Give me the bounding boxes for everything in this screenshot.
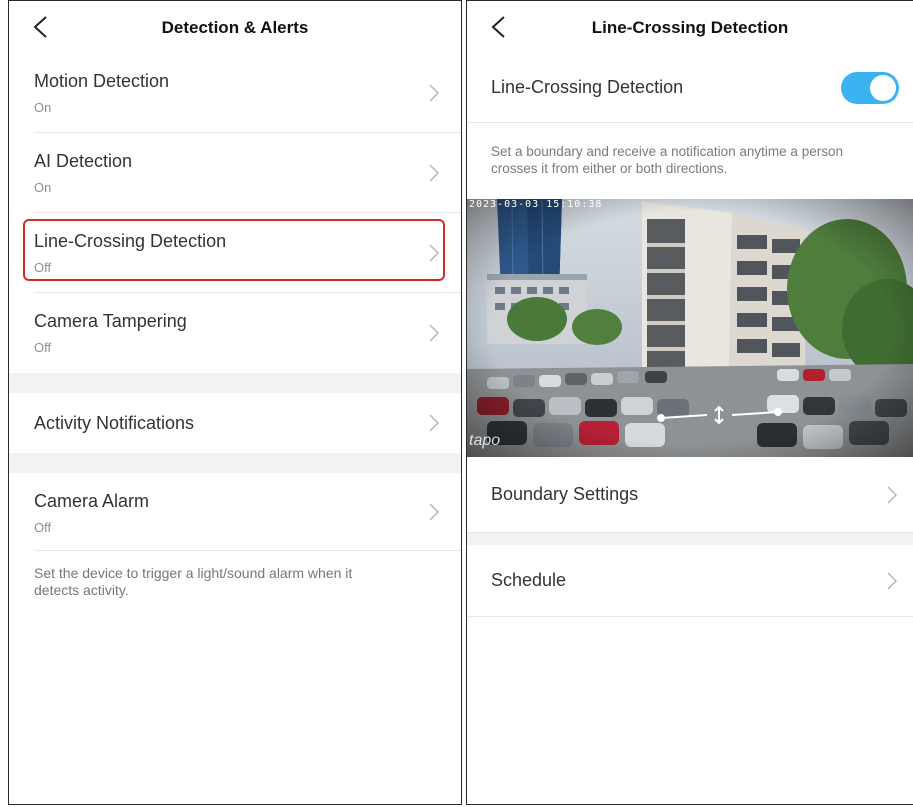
menu-item-status: Off — [34, 340, 52, 355]
chevron-right-icon — [887, 485, 897, 504]
section-gap — [9, 373, 461, 393]
alarm-description: Set the device to trigger a light/sound … — [34, 565, 353, 598]
camera-image — [467, 199, 913, 457]
detection-alerts-screen: Detection & Alerts Motion Detection On A… — [8, 0, 462, 805]
menu-item-activity-notifications[interactable]: Activity Notifications — [9, 393, 461, 453]
menu-item-label: AI Detection — [34, 151, 133, 171]
line-crossing-detection-screen: Line-Crossing Detection Line-Crossing De… — [466, 0, 913, 805]
nav-bar: Detection & Alerts — [9, 1, 461, 53]
camera-timestamp: 2023-03-03 15:10:38 — [469, 199, 603, 210]
chevron-right-icon — [429, 164, 439, 182]
menu-item-ai-detection[interactable]: AI Detection On — [9, 133, 461, 213]
chevron-right-icon — [429, 503, 439, 521]
menu-item-line-crossing-detection[interactable]: Line-Crossing Detection Off — [9, 213, 461, 293]
menu-item-status: On — [34, 100, 52, 115]
chevron-right-icon — [429, 244, 439, 262]
nav-bar: Line-Crossing Detection — [467, 1, 913, 53]
menu-item-status: Off — [34, 260, 52, 275]
menu-item-label: Camera Tampering — [34, 311, 187, 331]
line-crossing-toggle[interactable] — [841, 72, 899, 104]
section-gap — [467, 533, 913, 545]
chevron-right-icon — [429, 414, 439, 432]
menu-item-boundary-settings[interactable]: Boundary Settings — [467, 457, 913, 533]
feature-description: Set a boundary and receive a notificatio… — [491, 144, 843, 176]
chevron-right-icon — [429, 324, 439, 342]
toggle-knob — [870, 75, 896, 101]
divider — [34, 550, 461, 551]
menu-item-motion-detection[interactable]: Motion Detection On — [9, 53, 461, 133]
menu-item-label: Activity Notifications — [34, 412, 195, 433]
chevron-right-icon — [887, 571, 897, 590]
menu-item-status: Off — [34, 520, 52, 535]
menu-item-label: Line-Crossing Detection — [34, 231, 227, 251]
camera-watermark: tapo — [469, 432, 501, 449]
menu-item-status: On — [34, 180, 52, 195]
page-title: Line-Crossing Detection — [591, 18, 789, 37]
menu-item-schedule[interactable]: Schedule — [467, 545, 913, 617]
camera-preview[interactable]: 2023-03-03 15:10:38 tapo — [467, 199, 913, 457]
section-gap — [9, 453, 461, 473]
line-crossing-toggle-row: Line-Crossing Detection — [467, 53, 913, 123]
toggle-label: Line-Crossing Detection — [491, 77, 684, 97]
menu-item-camera-tampering[interactable]: Camera Tampering Off — [9, 293, 461, 373]
menu-item-label: Schedule — [491, 570, 567, 590]
chevron-right-icon — [429, 84, 439, 102]
menu-item-label: Motion Detection — [34, 71, 170, 91]
menu-item-label: Camera Alarm — [34, 491, 150, 511]
menu-item-camera-alarm[interactable]: Camera Alarm Off — [9, 473, 461, 551]
menu-item-label: Boundary Settings — [491, 484, 639, 504]
page-title: Detection & Alerts — [161, 18, 309, 37]
